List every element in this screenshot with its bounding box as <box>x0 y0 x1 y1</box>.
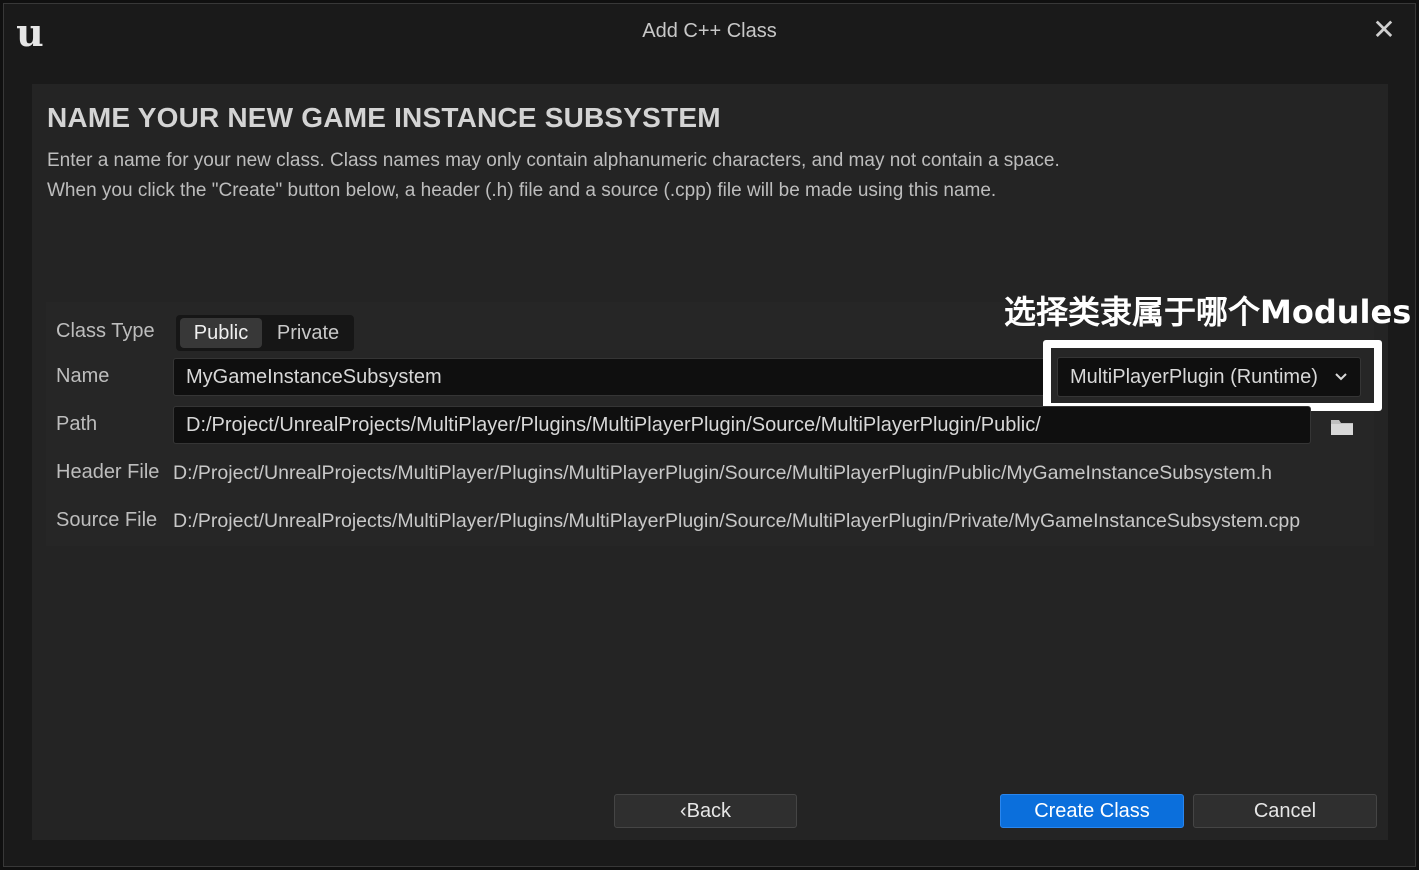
annotation-text: 选择类隶属于哪个Modules <box>1004 293 1412 331</box>
class-type-private-button[interactable]: Private <box>266 318 350 348</box>
window-title: Add C++ Class <box>642 20 777 42</box>
folder-icon[interactable] <box>1330 418 1354 436</box>
title-bar: u Add C++ Class ✕ <box>4 4 1415 64</box>
module-dropdown-value: MultiPlayerPlugin (Runtime) <box>1070 366 1318 388</box>
header-file-label: Header File <box>56 461 160 483</box>
chevron-down-icon <box>1334 358 1348 411</box>
page-heading: NAME YOUR NEW GAME INSTANCE SUBSYSTEM <box>47 102 721 133</box>
cancel-button[interactable]: Cancel <box>1193 794 1377 828</box>
header-file-value: D:/Project/UnrealProjects/MultiPlayer/Pl… <box>173 462 1272 484</box>
add-cpp-class-dialog: u Add C++ Class ✕ NAME YOUR NEW GAME INS… <box>3 3 1416 867</box>
path-input[interactable]: D:/Project/UnrealProjects/MultiPlayer/Pl… <box>173 406 1311 444</box>
class-name-input[interactable]: MyGameInstanceSubsystem <box>173 358 1047 396</box>
class-type-public-button[interactable]: Public <box>180 318 262 348</box>
content-panel: NAME YOUR NEW GAME INSTANCE SUBSYSTEM En… <box>32 84 1411 840</box>
class-type-toggle: Public Private <box>176 315 354 351</box>
close-icon[interactable]: ✕ <box>1371 16 1397 44</box>
path-label: Path <box>56 413 98 435</box>
create-class-button[interactable]: Create Class <box>1000 794 1184 828</box>
source-file-label: Source File <box>56 509 158 531</box>
back-button[interactable]: ‹Back <box>614 794 797 828</box>
name-label: Name <box>56 365 110 387</box>
module-dropdown[interactable]: MultiPlayerPlugin (Runtime) <box>1057 357 1361 397</box>
description-line-1: Enter a name for your new class. Class n… <box>47 150 1060 171</box>
class-type-label: Class Type <box>56 320 155 342</box>
source-file-value: D:/Project/UnrealProjects/MultiPlayer/Pl… <box>173 510 1301 532</box>
description-line-2: When you click the "Create" button below… <box>47 180 997 201</box>
